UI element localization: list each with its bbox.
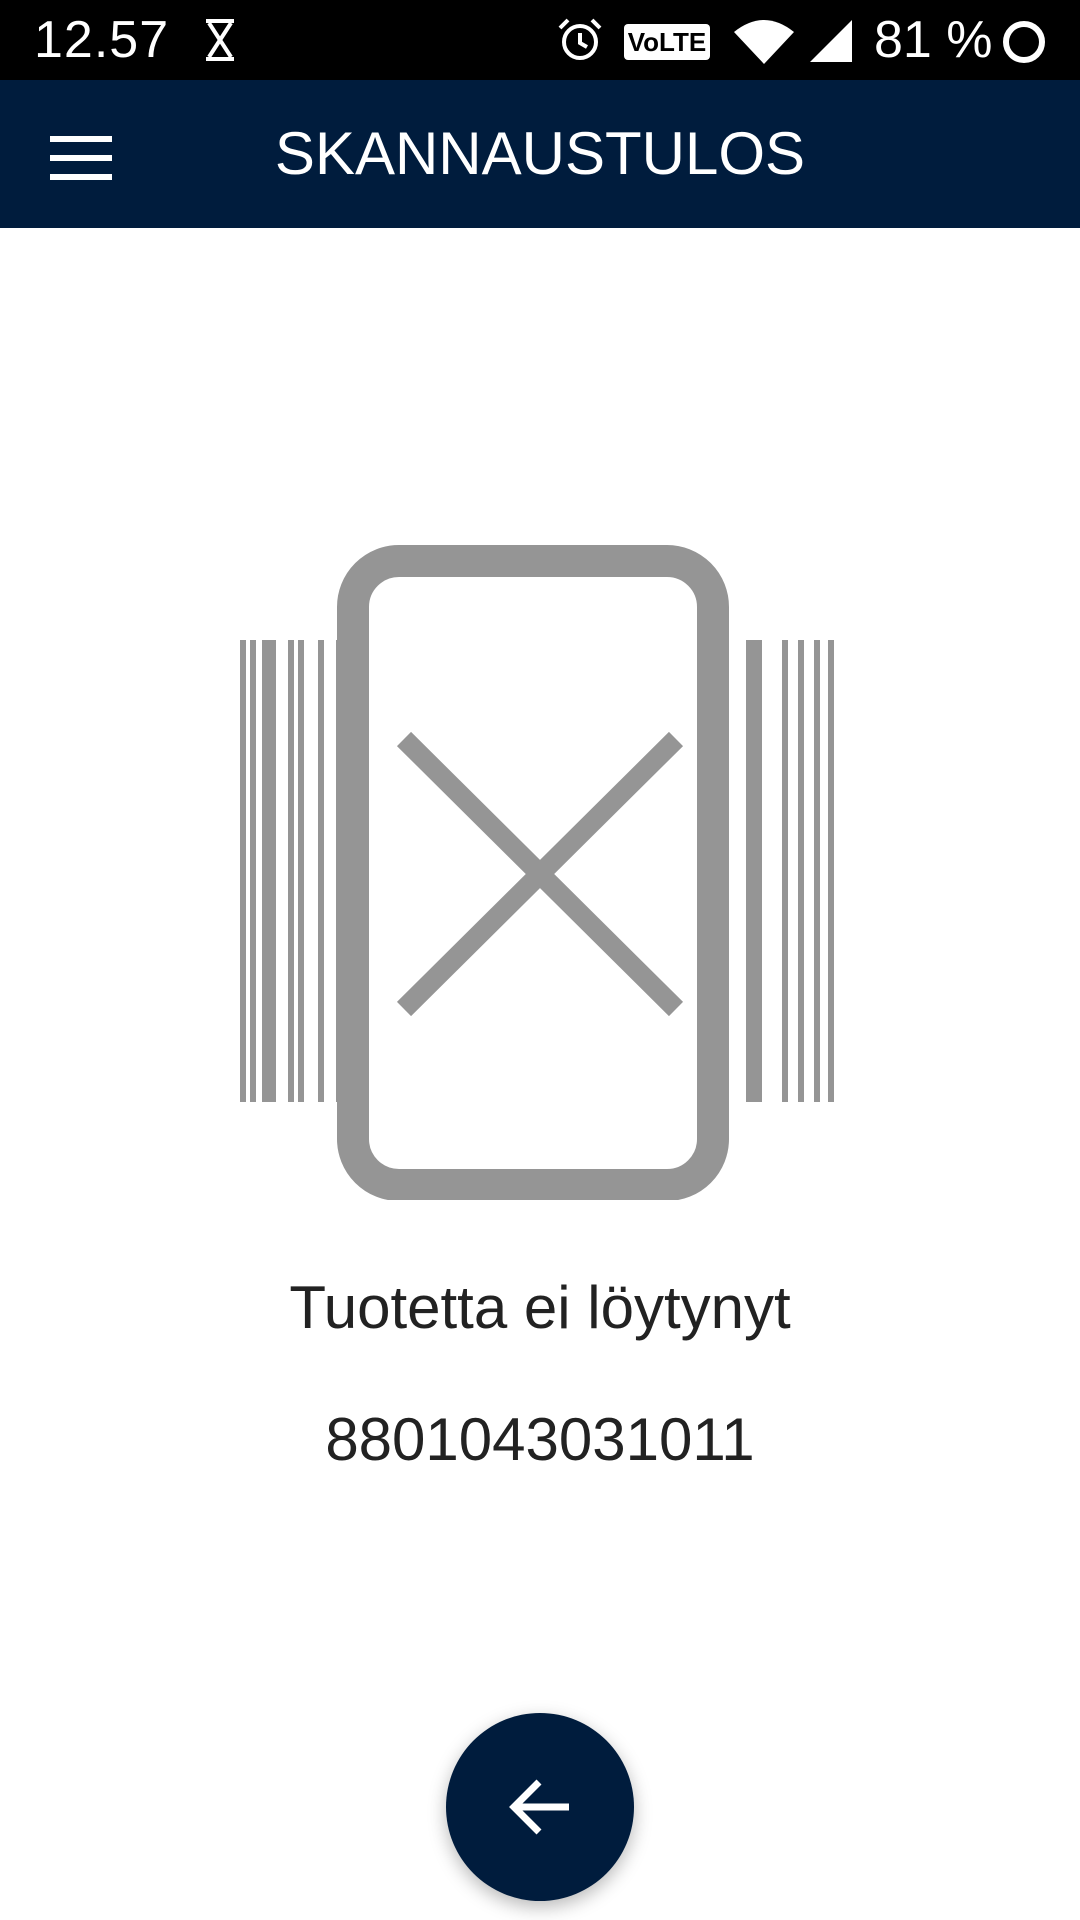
wifi-icon xyxy=(734,20,794,64)
not-found-message: Tuotetta ei löytynyt xyxy=(289,1274,791,1341)
arrow-back-icon xyxy=(509,1779,569,1835)
status-bar: 12.57 VoLTE 81 % xyxy=(0,0,1080,80)
barcode-number: 8801043031011 xyxy=(325,1406,755,1473)
battery-percentage: 81 % xyxy=(874,11,993,69)
app-bar: SKANNAUSTULOS xyxy=(0,80,1080,228)
hourglass-icon xyxy=(206,19,234,61)
signal-icon xyxy=(810,20,852,62)
product-not-found-icon xyxy=(240,545,834,1200)
back-button[interactable] xyxy=(446,1713,634,1901)
menu-icon[interactable] xyxy=(50,136,112,180)
page-title: SKANNAUSTULOS xyxy=(274,120,806,187)
alarm-icon xyxy=(558,18,602,60)
status-time: 12.57 xyxy=(34,11,170,69)
battery-ring-icon xyxy=(1003,21,1045,63)
volte-badge: VoLTE xyxy=(624,24,710,60)
